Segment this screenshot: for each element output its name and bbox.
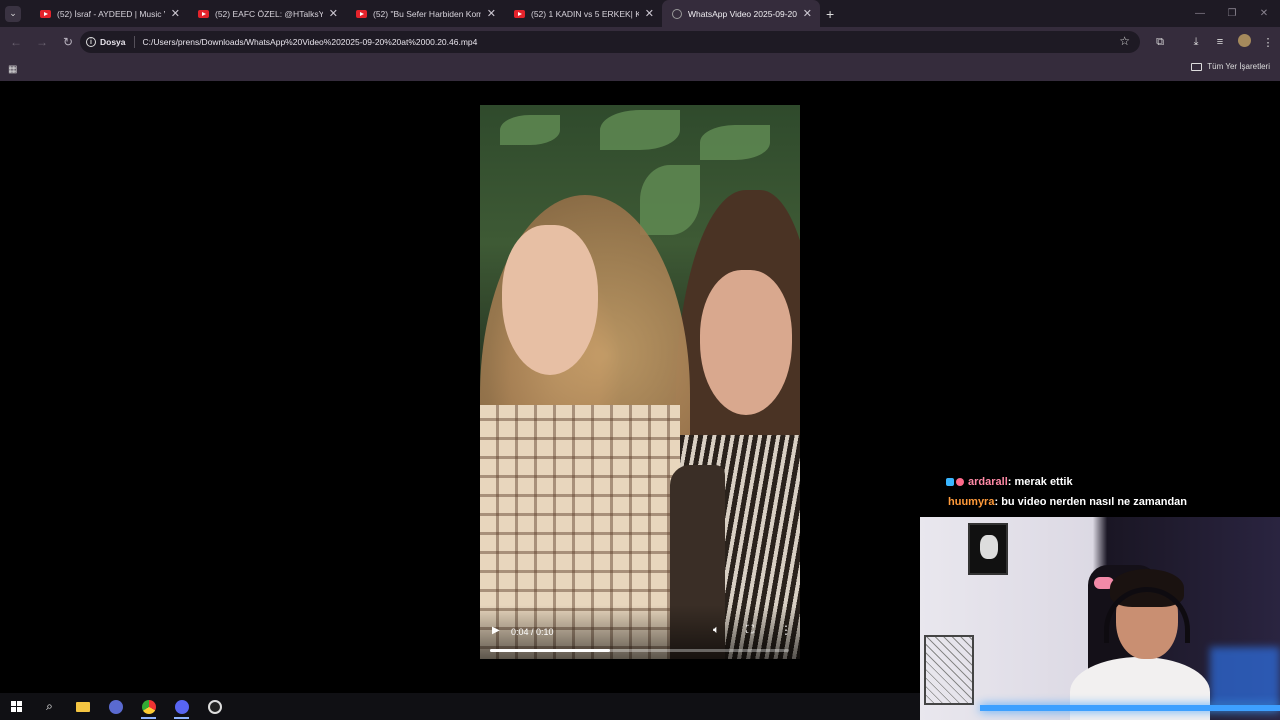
- foliage: [640, 165, 700, 235]
- close-window-icon[interactable]: ✕: [1248, 8, 1280, 19]
- foliage: [600, 110, 680, 150]
- chrome-icon[interactable]: [132, 693, 165, 720]
- windows-icon: [11, 701, 22, 712]
- extensions-icon[interactable]: ⧉: [1148, 36, 1172, 49]
- maximize-icon[interactable]: ❐: [1216, 8, 1248, 19]
- profile-avatar[interactable]: [1232, 34, 1256, 50]
- close-tab-icon[interactable]: ✕: [329, 7, 338, 20]
- search-icon[interactable]: ⌕: [33, 693, 66, 720]
- window-controls: — ❐ ✕: [1184, 0, 1280, 27]
- download-icon[interactable]: ⤓: [1184, 36, 1208, 49]
- neon-strip: [980, 705, 1280, 711]
- close-tab-icon[interactable]: ✕: [171, 7, 180, 20]
- all-bookmarks-button[interactable]: Tüm Yer İşaretleri: [1191, 62, 1270, 71]
- tab-1[interactable]: (52) İsraf - AYDEED | Music Vid ✕: [30, 0, 188, 27]
- tab-title: WhatsApp Video 2025-09-20 a: [688, 8, 797, 19]
- seek-bar[interactable]: [490, 649, 789, 652]
- obs-icon[interactable]: [198, 693, 231, 720]
- address-bar[interactable]: i Dosya C:/Users/prens/Downloads/WhatsAp…: [80, 31, 1140, 53]
- back-icon[interactable]: ←: [4, 35, 28, 49]
- seek-bar-progress: [490, 649, 610, 652]
- close-tab-icon[interactable]: ✕: [803, 7, 812, 20]
- badge-icon: [956, 478, 964, 486]
- tab-4[interactable]: (52) 1 KADIN vs 5 ERKEK| KIYAF ✕: [504, 0, 662, 27]
- wire-basket: [924, 635, 974, 705]
- app-icon[interactable]: [99, 693, 132, 720]
- browser-toolbar: ← → ↻ i Dosya C:/Users/prens/Downloads/W…: [0, 27, 1280, 57]
- volume-icon[interactable]: 🔈︎: [713, 624, 720, 637]
- reload-icon[interactable]: ↻: [56, 35, 80, 49]
- chat-text: : merak ettik: [1007, 476, 1073, 488]
- tab-5-active[interactable]: WhatsApp Video 2025-09-20 a ✕: [662, 0, 820, 27]
- foliage: [700, 125, 770, 160]
- foliage: [500, 115, 560, 145]
- youtube-icon: [356, 9, 367, 18]
- close-tab-icon[interactable]: ✕: [645, 7, 654, 20]
- tab-title: (52) "Bu Sefer Harbiden Komik: [373, 8, 481, 19]
- blue-light: [1210, 647, 1280, 707]
- windows-taskbar: ⌕: [0, 693, 920, 720]
- toolbar-actions: ⧉ ⤓ ≡ ⋮: [1148, 27, 1280, 57]
- tab-title: (52) EAFC ÖZEL: @HTalksYoutu: [215, 8, 323, 19]
- scheme-label: Dosya: [100, 37, 126, 47]
- chat-message: ardarall : merak ettik: [946, 472, 1187, 492]
- globe-icon: [672, 8, 682, 19]
- tab-title: (52) İsraf - AYDEED | Music Vid: [57, 8, 165, 19]
- video-time: 0:04 / 0:10: [511, 627, 554, 637]
- all-bookmarks-label: Tüm Yer İşaretleri: [1207, 62, 1270, 71]
- youtube-icon: [198, 9, 209, 18]
- menu-kebab-icon[interactable]: ⋮: [1256, 36, 1280, 49]
- video-controls: ▶ 0:04 / 0:10 🔈︎ ⛶ ⋮: [480, 605, 800, 659]
- tab-2[interactable]: (52) EAFC ÖZEL: @HTalksYoutu ✕: [188, 0, 346, 27]
- divider: [133, 36, 135, 48]
- close-tab-icon[interactable]: ✕: [487, 7, 496, 20]
- youtube-icon: [40, 9, 51, 18]
- file-explorer-icon[interactable]: [66, 693, 99, 720]
- tab-strip: ⌄ (52) İsraf - AYDEED | Music Vid ✕ (52)…: [0, 0, 1280, 27]
- badge-icon: [946, 478, 954, 486]
- folder-icon: [1191, 62, 1203, 71]
- url-text[interactable]: C:/Users/prens/Downloads/WhatsApp%20Vide…: [143, 37, 478, 47]
- tab-title: (52) 1 KADIN vs 5 ERKEK| KIYAF: [531, 8, 639, 19]
- chat-message: huumyra : bu video nerden nasıl ne zaman…: [946, 492, 1187, 512]
- chat-username: huumyra: [948, 496, 995, 508]
- person-left-face: [502, 225, 598, 375]
- more-options-icon[interactable]: ⋮: [780, 623, 792, 637]
- start-button[interactable]: [0, 693, 33, 720]
- discord-icon[interactable]: [165, 693, 198, 720]
- stream-chat: ardarall : merak ettik huumyra : bu vide…: [946, 472, 1187, 512]
- media-control-icon[interactable]: ≡: [1208, 36, 1232, 48]
- play-icon[interactable]: ▶: [492, 625, 500, 636]
- fullscreen-icon[interactable]: ⛶: [746, 624, 754, 637]
- minimize-icon[interactable]: —: [1184, 8, 1216, 19]
- person-right-face: [700, 270, 792, 415]
- chat-text: : bu video nerden nasıl ne zamandan: [994, 496, 1188, 508]
- forward-icon[interactable]: →: [30, 35, 54, 49]
- apps-grid-icon[interactable]: ▦: [8, 64, 17, 75]
- bookmark-star-icon[interactable]: ☆: [1119, 34, 1130, 48]
- chat-username: ardarall: [968, 476, 1008, 488]
- webcam-overlay: [920, 517, 1280, 720]
- info-icon[interactable]: i: [86, 37, 96, 47]
- new-tab-button[interactable]: +: [826, 6, 834, 22]
- tab-search-button[interactable]: ⌄: [5, 5, 21, 22]
- youtube-icon: [514, 9, 525, 18]
- bookmarks-bar: ▦ Tüm Yer İşaretleri: [0, 57, 1280, 81]
- wall-poster: [968, 523, 1008, 575]
- video-player[interactable]: ▶ 0:04 / 0:10 🔈︎ ⛶ ⋮: [480, 105, 800, 659]
- tab-3[interactable]: (52) "Bu Sefer Harbiden Komik ✕: [346, 0, 504, 27]
